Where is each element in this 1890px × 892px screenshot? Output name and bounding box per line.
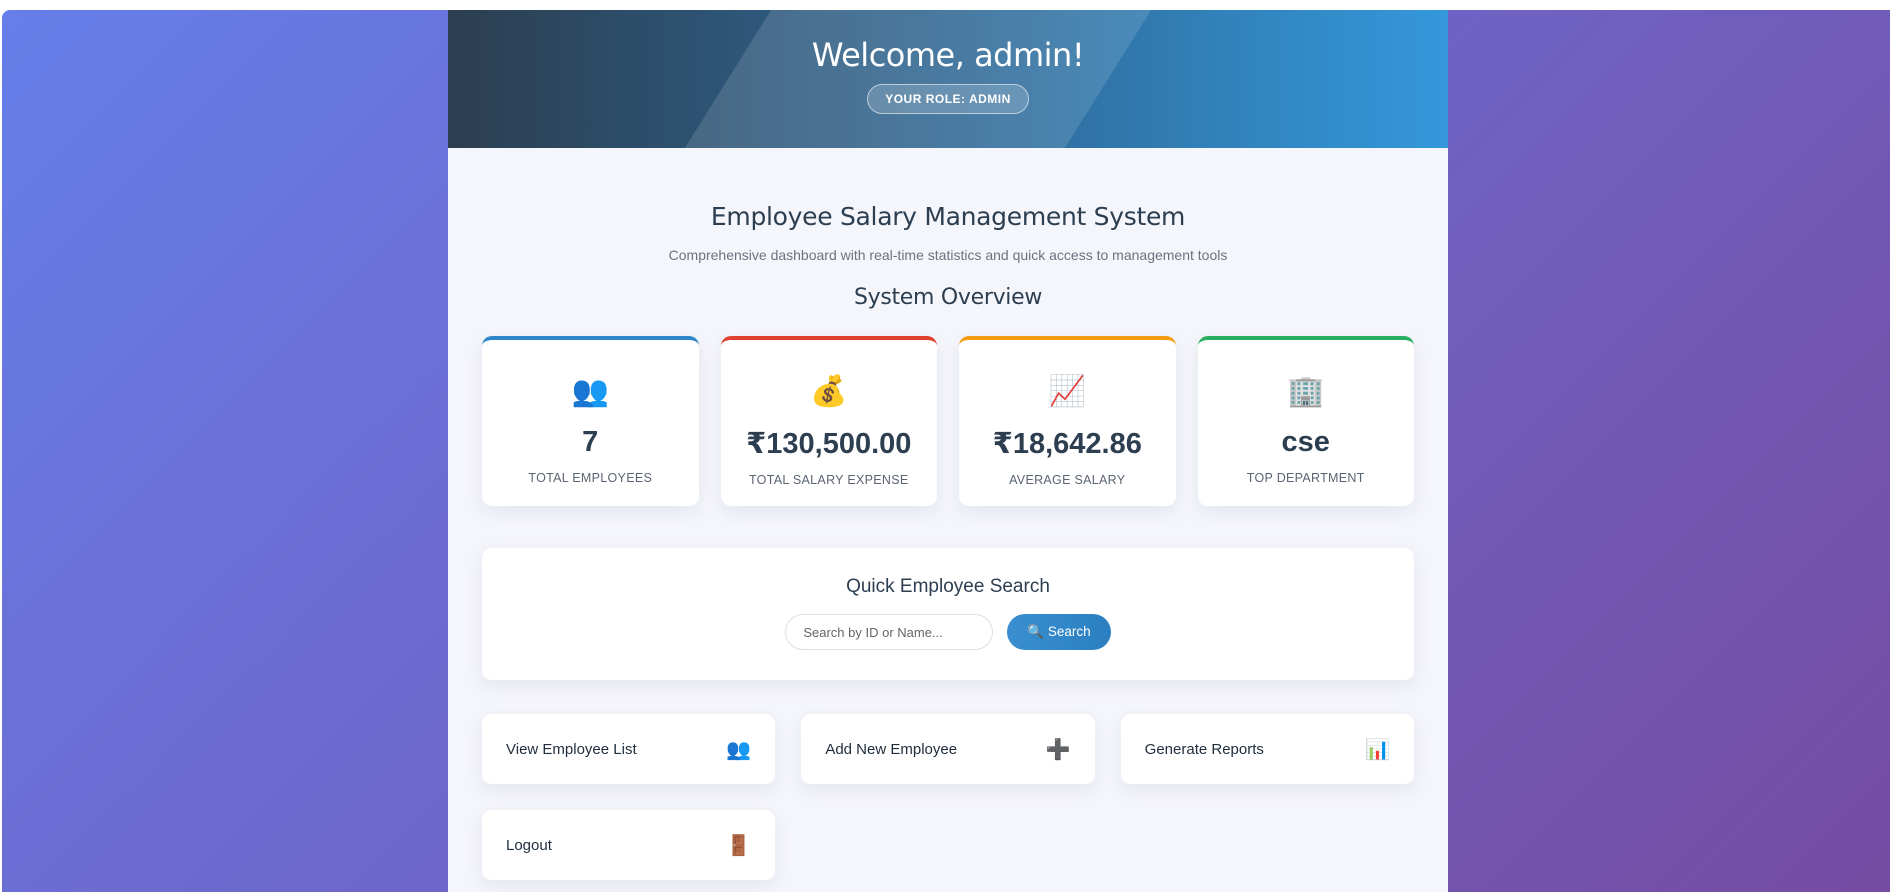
stat-card-total-employees: 👥 7 TOTAL EMPLOYEES — [482, 336, 699, 506]
action-label: Generate Reports — [1144, 740, 1264, 758]
welcome-title: Welcome, admin! — [811, 36, 1085, 74]
stat-label: AVERAGE SALARY — [1009, 473, 1126, 487]
page-subtitle: Comprehensive dashboard with real-time s… — [668, 247, 1228, 263]
logout-button[interactable]: Logout 🚪 — [482, 810, 776, 880]
people-icon: 👥 — [571, 375, 609, 408]
quick-actions: View Employee List 👥 Add New Employee ➕ … — [482, 714, 1414, 880]
office-building-icon: 🏢 — [1287, 375, 1325, 408]
quick-search-card: Quick Employee Search 🔍 Search — [482, 548, 1414, 680]
stat-label: TOTAL EMPLOYEES — [528, 471, 653, 485]
people-icon: 👥 — [726, 738, 752, 761]
stat-value: ₹130,500.00 — [746, 428, 912, 460]
dashboard-container: Welcome, admin! YOUR ROLE: ADMIN Employe… — [448, 10, 1448, 892]
chart-increasing-icon: 📈 — [1048, 375, 1086, 408]
stat-value: ₹18,642.86 — [992, 428, 1142, 460]
stat-value: 7 — [582, 426, 599, 458]
money-bag-icon: 💰 — [810, 375, 848, 408]
plus-icon: ➕ — [1045, 738, 1071, 761]
welcome-header: Welcome, admin! YOUR ROLE: ADMIN — [448, 10, 1448, 148]
stat-card-average-salary: 📈 ₹18,642.86 AVERAGE SALARY — [959, 336, 1176, 506]
stat-label: TOP DEPARTMENT — [1246, 471, 1365, 485]
stats-grid: 👥 7 TOTAL EMPLOYEES 💰 ₹130,500.00 TOTAL … — [482, 336, 1414, 506]
stat-card-top-department: 🏢 cse TOP DEPARTMENT — [1197, 336, 1414, 506]
search-title: Quick Employee Search — [846, 576, 1050, 597]
stat-card-total-salary: 💰 ₹130,500.00 TOTAL SALARY EXPENSE — [720, 336, 937, 506]
page-title: Employee Salary Management System — [710, 202, 1186, 231]
action-label: Logout — [506, 836, 552, 854]
stat-value: cse — [1281, 426, 1330, 458]
search-input[interactable] — [785, 614, 994, 650]
action-label: View Employee List — [506, 740, 637, 758]
role-badge: YOUR ROLE: ADMIN — [867, 84, 1029, 114]
view-employee-list-button[interactable]: View Employee List 👥 — [482, 714, 776, 784]
add-new-employee-button[interactable]: Add New Employee ➕ — [801, 714, 1095, 784]
search-button[interactable]: 🔍 Search — [1007, 614, 1111, 650]
bar-chart-icon: 📊 — [1365, 738, 1390, 761]
generate-reports-button[interactable]: Generate Reports 📊 — [1120, 714, 1414, 784]
door-icon: 🚪 — [726, 834, 752, 857]
stat-label: TOTAL SALARY EXPENSE — [748, 473, 909, 487]
main-content: Employee Salary Management System Compre… — [448, 202, 1448, 880]
search-row: 🔍 Search — [482, 614, 1414, 650]
action-label: Add New Employee — [825, 740, 958, 758]
overview-title: System Overview — [853, 285, 1043, 310]
